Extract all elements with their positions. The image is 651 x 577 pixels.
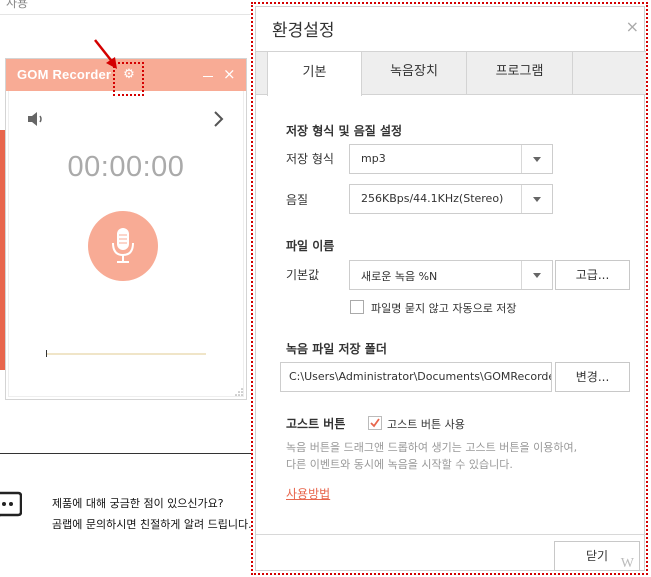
background-divider-top [0,14,250,15]
annotation-gear-highlight [113,62,144,96]
gom-recorder-window: GOM Recorder ⚙ × 00:00:00 [5,58,247,400]
recorder-body: 00:00:00 [6,91,246,399]
chat-bubble-icon [0,491,22,517]
chevron-right-icon[interactable] [211,109,227,129]
resize-grip-icon[interactable] [235,388,243,396]
annotation-dialog-highlight [251,2,648,575]
microphone-icon [112,228,134,263]
faq-line-1: 제품에 대해 궁금한 점이 있으신가요? [52,497,224,510]
speaker-icon[interactable] [26,111,46,127]
recording-timer: 00:00:00 [67,151,185,183]
background-divider [0,453,252,454]
input-level-indicator [46,350,47,357]
faq-text: 제품에 대해 궁금한 점이 있으신가요? 곰랩에 문의하시면 친절하게 알려 드… [52,493,252,535]
input-level-meter [46,353,206,355]
record-button[interactable] [88,211,158,281]
minimize-icon[interactable] [203,76,213,77]
faq-line-2: 곰랩에 문의하시면 친절하게 알려 드립니다. [52,518,252,531]
background-top-text: 사용 [6,0,29,10]
recorder-close-icon[interactable]: × [223,65,237,83]
